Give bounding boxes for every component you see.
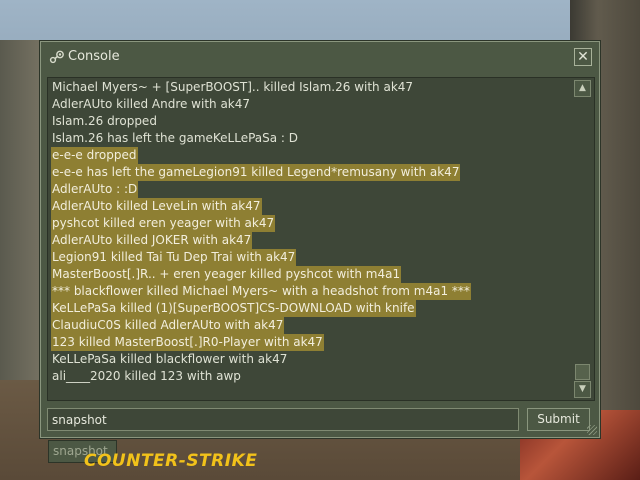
scroll-track[interactable]: [574, 97, 591, 381]
log-line-text: Islam.26 dropped: [52, 114, 157, 128]
log-line: pyshcot killed eren yeager with ak47: [51, 215, 572, 232]
log-line-text: e-e-e has left the gameLegion91 killed L…: [51, 164, 461, 181]
close-icon: ✕: [577, 49, 589, 65]
log-line-text: *** blackflower killed Michael Myers~ wi…: [51, 283, 471, 300]
log-line: KeLLePaSa killed (1)[SuperBOOST]CS-DOWNL…: [51, 300, 572, 317]
log-line: e-e-e dropped: [51, 147, 572, 164]
log-line: AdlerAUto killed Andre with ak47: [51, 96, 572, 113]
command-input[interactable]: [47, 408, 519, 431]
counter-strike-logo: COUNTER-STRIKE: [84, 450, 257, 472]
scrollbar[interactable]: ▲ ▼: [574, 80, 591, 398]
log-line: ClaudiuC0S killed AdlerAUto with ak47: [51, 317, 572, 334]
steam-icon: [49, 50, 65, 64]
log-line: e-e-e has left the gameLegion91 killed L…: [51, 164, 572, 181]
log-line-text: ClaudiuC0S killed AdlerAUto with ak47: [51, 317, 285, 334]
log-line: MasterBoost[.]R.. + eren yeager killed p…: [51, 266, 572, 283]
log-line: KeLLePaSa killed blackflower with ak47: [51, 351, 572, 368]
console-log-lines: Michael Myers~ + [SuperBOOST].. killed I…: [51, 79, 572, 385]
log-line: Legion91 killed Tai Tu Dep Trai with ak4…: [51, 249, 572, 266]
log-line-text: KeLLePaSa killed blackflower with ak47: [52, 352, 288, 366]
steam-icon-graphic: [49, 50, 64, 64]
log-line-text: Legion91 killed Tai Tu Dep Trai with ak4…: [51, 249, 297, 266]
log-line-text: e-e-e dropped: [51, 147, 138, 164]
scroll-down-icon: ▼: [579, 384, 586, 394]
log-line-text: ali____2020 killed 123 with awp: [52, 369, 241, 383]
log-line: AdlerAUto killed LeveLin with ak47: [51, 198, 572, 215]
log-line: ali____2020 killed 123 with awp: [51, 368, 572, 385]
log-line: 123 killed MasterBoost[.]R0-Player with …: [51, 334, 572, 351]
log-line-text: KeLLePaSa killed (1)[SuperBOOST]CS-DOWNL…: [51, 300, 416, 317]
console-titlebar[interactable]: Console ✕: [41, 42, 599, 72]
log-line-text: AdlerAUto killed Andre with ak47: [52, 97, 251, 111]
console-log-panel[interactable]: Michael Myers~ + [SuperBOOST].. killed I…: [47, 77, 595, 401]
log-line-text: Michael Myers~ + [SuperBOOST].. killed I…: [52, 80, 414, 94]
submit-button[interactable]: Submit: [527, 408, 590, 431]
log-line-text: AdlerAUto killed JOKER with ak47: [51, 232, 253, 249]
log-line-text: Islam.26 has left the gameKeLLePaSa : D: [52, 131, 299, 145]
log-line: AdlerAUto killed JOKER with ak47: [51, 232, 572, 249]
resize-grip[interactable]: [587, 425, 597, 435]
scroll-up-icon: ▲: [579, 83, 586, 93]
log-line-text: pyshcot killed eren yeager with ak47: [51, 215, 276, 232]
close-button[interactable]: ✕: [574, 48, 592, 66]
log-line: Islam.26 has left the gameKeLLePaSa : D: [51, 130, 572, 147]
log-line: Michael Myers~ + [SuperBOOST].. killed I…: [51, 79, 572, 96]
scroll-thumb[interactable]: [575, 364, 590, 380]
log-line-text: AdlerAUto : :D: [51, 181, 139, 198]
log-line-text: 123 killed MasterBoost[.]R0-Player with …: [51, 334, 324, 351]
log-line: Islam.26 dropped: [51, 113, 572, 130]
scroll-up-button[interactable]: ▲: [574, 80, 591, 97]
log-line-text: MasterBoost[.]R.. + eren yeager killed p…: [51, 266, 402, 283]
log-line: AdlerAUto : :D: [51, 181, 572, 198]
log-line-text: AdlerAUto killed LeveLin with ak47: [51, 198, 262, 215]
scroll-down-button[interactable]: ▼: [574, 381, 591, 398]
console-window[interactable]: Console ✕ Michael Myers~ + [SuperBOOST].…: [40, 41, 600, 438]
console-title: Console: [68, 49, 120, 64]
logo-text: COUNTER-STRIKE: [84, 451, 258, 471]
log-line: *** blackflower killed Michael Myers~ wi…: [51, 283, 572, 300]
